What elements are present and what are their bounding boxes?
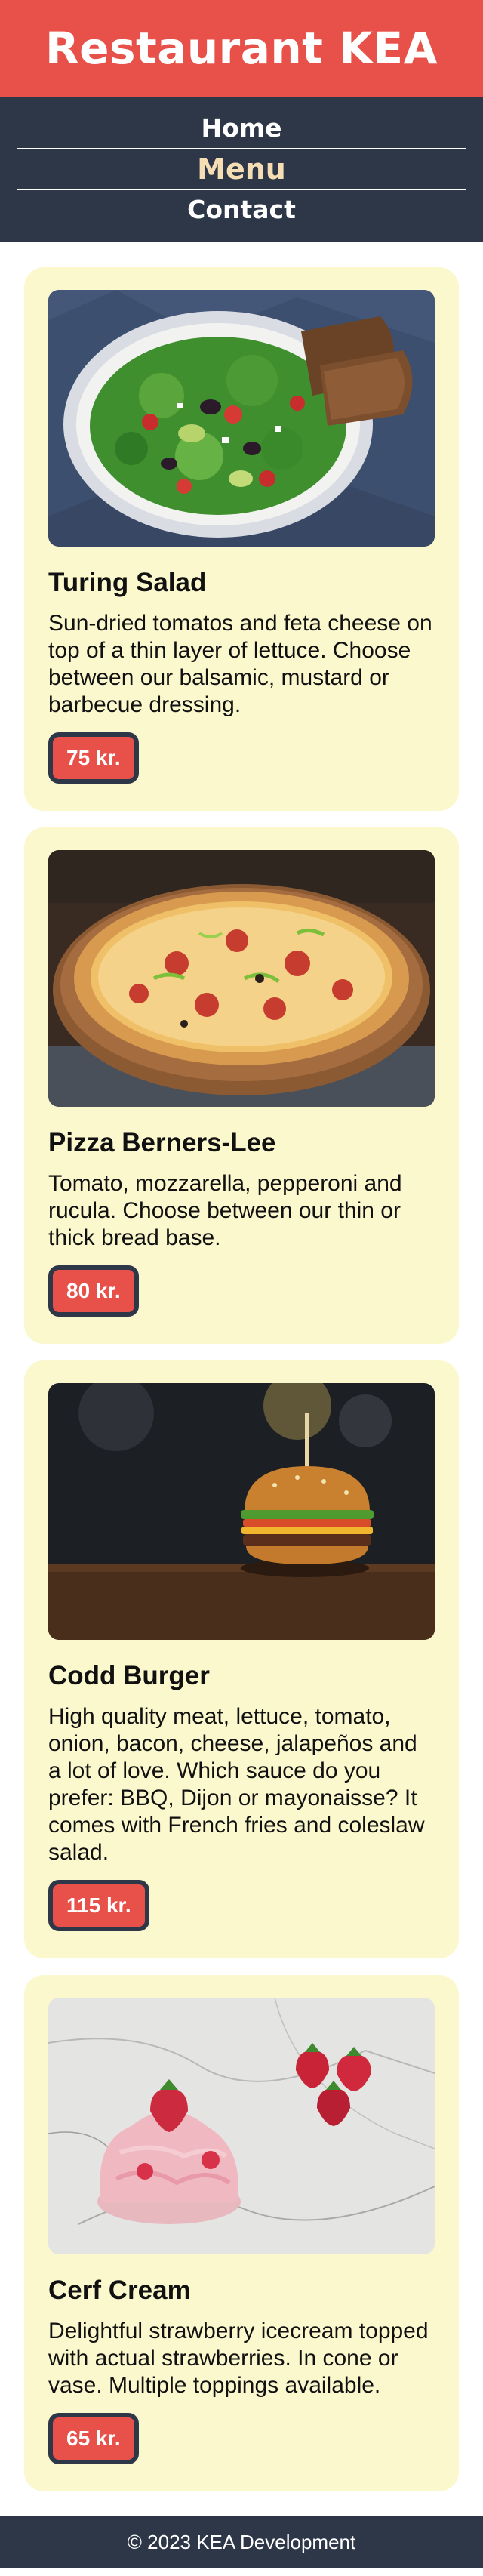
salad-photo	[48, 290, 435, 547]
price-badge: 75 kr.	[48, 732, 139, 784]
site-footer: © 2023 KEA Development	[0, 2516, 483, 2568]
price-badge: 115 kr.	[48, 1880, 149, 1931]
icecream-photo	[48, 1998, 435, 2254]
nav-item-menu[interactable]: Menu	[17, 149, 466, 190]
site-header: Restaurant KEA	[0, 0, 483, 97]
menu-list: Turing Salad Sun-dried tomatos and feta …	[0, 242, 483, 2516]
main-nav: Home Menu Contact	[0, 97, 483, 242]
dish-description: High quality meat, lettuce, tomato, onio…	[48, 1704, 425, 1865]
site-title: Restaurant KEA	[45, 23, 438, 74]
nav-item-contact[interactable]: Contact	[17, 190, 466, 231]
dish-description: Sun-dried tomatos and feta cheese on top…	[48, 611, 432, 717]
dish-description: Delightful strawberry icecream topped wi…	[48, 2319, 429, 2398]
dish-name: Turing Salad	[48, 568, 207, 597]
nav-item-home[interactable]: Home	[17, 109, 466, 149]
menu-card-pizza: Pizza Berners-Lee Tomato, mozzarella, pe…	[24, 827, 459, 1344]
menu-card-burger: Codd Burger High quality meat, lettuce, …	[24, 1360, 459, 1958]
pizza-photo	[48, 850, 435, 1107]
copyright-text: © 2023 KEA Development	[127, 2530, 356, 2553]
dish-name: Pizza Berners-Lee	[48, 1128, 276, 1157]
menu-card-icecream: Cerf Cream Delightful strawberry icecrea…	[24, 1975, 459, 2491]
price-badge: 80 kr.	[48, 1265, 139, 1317]
dish-description: Tomato, mozzarella, pepperoni and rucula…	[48, 1171, 402, 1250]
burger-photo	[48, 1383, 435, 1640]
menu-card-salad: Turing Salad Sun-dried tomatos and feta …	[24, 267, 459, 811]
dish-name: Cerf Cream	[48, 2276, 191, 2305]
dish-name: Codd Burger	[48, 1661, 210, 1690]
price-badge: 65 kr.	[48, 2413, 139, 2464]
